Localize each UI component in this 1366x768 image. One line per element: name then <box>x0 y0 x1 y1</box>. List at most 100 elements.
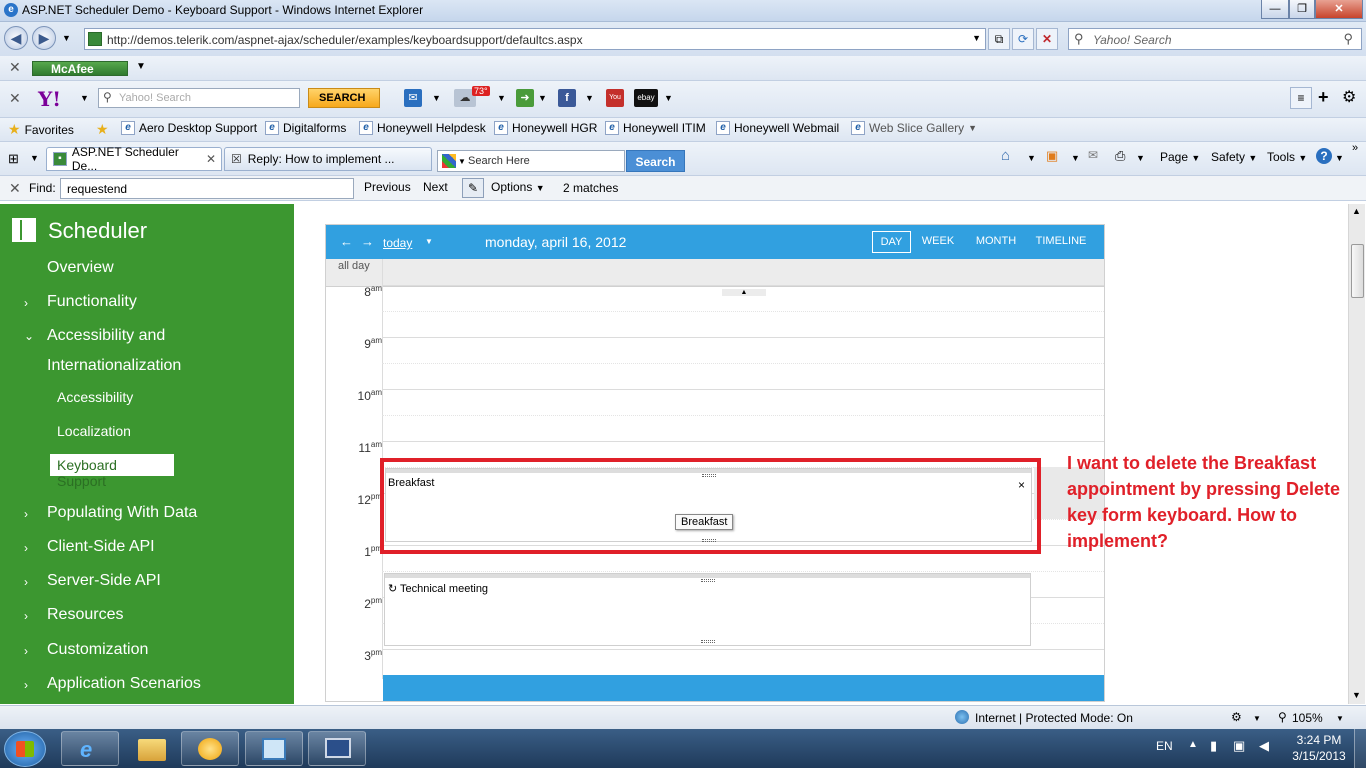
stop-icon[interactable]: ✕ <box>1036 28 1058 50</box>
appointment-technical-meeting[interactable]: ↻ Technical meeting <box>384 573 1031 646</box>
add-icon[interactable]: + <box>1318 87 1329 108</box>
rss-feed-icon[interactable]: ▣ <box>1046 148 1058 164</box>
favorite-link[interactable]: e Honeywell ITIM <box>605 121 706 135</box>
favorite-link[interactable]: e Honeywell Helpdesk <box>359 121 486 135</box>
sidebar-item-populating-with-data[interactable]: Populating With Data <box>47 504 197 522</box>
sidebar-item-application-scenarios[interactable]: Application Scenarios <box>47 675 201 693</box>
network-status-icon[interactable]: ▣ <box>1233 738 1245 754</box>
taskbar-internet-explorer[interactable]: e <box>61 731 119 766</box>
print-dropdown-icon[interactable]: ▼ <box>1136 153 1145 163</box>
mail-dropdown-icon[interactable]: ▼ <box>432 93 441 103</box>
read-mail-icon[interactable]: ✉ <box>1088 148 1098 162</box>
favorite-link[interactable]: e Digitalforms <box>265 121 346 135</box>
maximize-button[interactable]: ❐ <box>1289 0 1315 19</box>
zoom-dropdown-icon[interactable]: ▼ <box>1336 714 1344 723</box>
toolbar-menu-icon[interactable]: ≡ <box>1290 87 1312 109</box>
favorites-button[interactable]: ★ Favorites <box>8 121 74 138</box>
yahoo-toolbar-search-input[interactable]: ⚲ Yahoo! Search <box>98 88 300 108</box>
tab-reply[interactable]: ☒ Reply: How to implement ... <box>224 147 432 171</box>
scrollbar-thumb[interactable] <box>1351 244 1364 298</box>
sidebar-item-accessibility-internationalization-line2[interactable]: Internationalization <box>47 357 181 375</box>
all-day-row[interactable]: all day <box>326 259 1104 287</box>
view-timeline-button[interactable]: TIMELINE <box>1032 231 1090 253</box>
sidebar-subitem-accessibility[interactable]: Accessibility <box>57 389 133 405</box>
find-previous-button[interactable]: Previous <box>364 180 411 194</box>
tab-list-dropdown-icon[interactable]: ▼ <box>30 153 39 163</box>
view-day-button[interactable]: DAY <box>872 231 911 253</box>
mcafee-dropdown-icon[interactable]: ▼ <box>136 61 146 72</box>
tools-menu[interactable]: Tools ▼ <box>1267 150 1307 164</box>
start-button[interactable] <box>4 731 46 767</box>
find-input[interactable]: requestend <box>60 178 354 199</box>
chevron-more-icon[interactable]: » <box>1352 142 1358 154</box>
share-dropdown-icon[interactable]: ▼ <box>538 93 547 103</box>
youtube-icon[interactable]: You <box>606 89 624 107</box>
sidebar-item-server-side-api[interactable]: Server-Side API <box>47 572 161 590</box>
sidebar-item-customization[interactable]: Customization <box>47 641 148 659</box>
print-icon[interactable]: ⎙ <box>1115 148 1125 164</box>
taskbar-file-explorer[interactable] <box>123 731 181 766</box>
scroll-up-icon[interactable]: ▲ <box>1352 206 1361 216</box>
view-month-button[interactable]: MONTH <box>970 231 1022 253</box>
url-dropdown-icon[interactable]: ▼ <box>972 33 981 43</box>
compatibility-icon[interactable]: ⧉ <box>988 28 1010 50</box>
quick-tabs-icon[interactable]: ⊞ <box>8 151 19 167</box>
sidebar-item-functionality[interactable]: Functionality <box>47 293 137 311</box>
settings-gear-icon[interactable]: ⚙ <box>1342 87 1356 107</box>
close-toolbar-icon[interactable]: ✕ <box>9 90 21 107</box>
resize-handle-top-icon[interactable] <box>701 579 715 582</box>
close-find-icon[interactable]: ✕ <box>9 180 21 197</box>
next-day-arrow-icon[interactable]: → <box>361 234 374 249</box>
mcafee-button[interactable]: McAfee <box>32 61 128 76</box>
calendar-dropdown-icon[interactable]: ▼ <box>425 237 433 246</box>
sidebar-item-client-side-api[interactable]: Client-Side API <box>47 538 155 556</box>
tab-scheduler-demo[interactable]: ▪ ASP.NET Scheduler De... ✕ <box>46 145 222 173</box>
chevron-down-icon[interactable]: ▼ <box>1253 714 1261 723</box>
ebay-icon[interactable]: ebay <box>634 89 658 107</box>
close-window-button[interactable]: ✕ <box>1315 0 1363 19</box>
minimize-button[interactable]: — <box>1261 0 1289 19</box>
sidebar-item-accessibility-internationalization[interactable]: Accessibility and <box>47 327 165 345</box>
ebay-dropdown-icon[interactable]: ▼ <box>664 93 673 103</box>
close-tab-icon[interactable]: ✕ <box>206 152 216 166</box>
clock-time[interactable]: 3:24 PM <box>1293 733 1345 747</box>
bing-search-button[interactable]: Search <box>626 150 685 172</box>
scroll-down-icon[interactable]: ▼ <box>1352 690 1361 700</box>
today-link[interactable]: today <box>383 236 412 250</box>
back-button[interactable]: ◀ <box>4 26 28 50</box>
view-week-button[interactable]: WEEK <box>918 231 958 253</box>
scroll-up-arrow-icon[interactable]: ▲ <box>722 289 766 296</box>
feed-dropdown-icon[interactable]: ▼ <box>1071 153 1080 163</box>
taskbar-remote-desktop[interactable] <box>308 731 366 766</box>
facebook-icon[interactable]: f <box>558 89 576 107</box>
sidebar-item-overview[interactable]: Overview <box>47 259 114 277</box>
taskbar-outlook[interactable] <box>181 731 239 766</box>
previous-day-arrow-icon[interactable]: ← <box>340 234 353 249</box>
volume-muted-icon[interactable]: ◀ <box>1259 738 1269 754</box>
find-options-button[interactable]: Options ▼ <box>491 180 545 194</box>
yahoo-search-button[interactable]: SEARCH <box>308 88 380 108</box>
weather-dropdown-icon[interactable]: ▼ <box>497 93 506 103</box>
sidebar-subitem-localization[interactable]: Localization <box>57 423 131 439</box>
find-next-button[interactable]: Next <box>423 180 448 194</box>
page-menu[interactable]: Page ▼ <box>1160 150 1200 164</box>
safety-menu[interactable]: Safety ▼ <box>1211 150 1257 164</box>
yahoo-logo[interactable]: Y! <box>38 87 61 111</box>
vertical-scrollbar[interactable]: ▲ ▼ <box>1348 204 1365 704</box>
yahoo-menu-icon[interactable]: ▼ <box>80 93 89 103</box>
add-favorite-icon[interactable]: ★ <box>96 121 109 138</box>
favorite-link[interactable]: e Honeywell HGR <box>494 121 597 135</box>
sidebar-subitem-keyboard-support[interactable]: Keyboard Support <box>50 454 174 489</box>
home-icon[interactable]: ⌂ <box>1001 147 1010 164</box>
web-slice-gallery-link[interactable]: e Web Slice Gallery ▼ <box>851 121 977 135</box>
language-indicator[interactable]: EN <box>1156 739 1173 753</box>
clock-date[interactable]: 3/15/2013 <box>1288 749 1350 763</box>
yahoo-search-field[interactable]: ⚲ Yahoo! Search ⚲ <box>1068 28 1362 50</box>
resize-handle-bottom-icon[interactable] <box>701 640 715 643</box>
help-icon[interactable]: ? <box>1316 148 1332 164</box>
show-hidden-icons[interactable]: ▲ <box>1188 739 1198 750</box>
taskbar-network-app[interactable] <box>245 731 303 766</box>
home-dropdown-icon[interactable]: ▼ <box>1027 153 1036 163</box>
zoom-level[interactable]: 105% <box>1292 711 1323 725</box>
security-zone[interactable]: Internet | Protected Mode: On <box>975 711 1133 725</box>
